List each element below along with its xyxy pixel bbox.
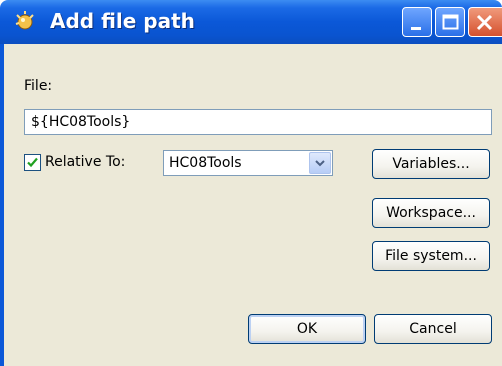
app-icon bbox=[15, 11, 34, 30]
add-file-path-dialog: Add file path File: Relative To: HC08Too… bbox=[0, 0, 502, 366]
title-bar[interactable]: Add file path bbox=[0, 0, 502, 44]
ok-button[interactable]: OK bbox=[248, 314, 366, 344]
dropdown-button[interactable] bbox=[309, 152, 331, 174]
window-title: Add file path bbox=[50, 9, 195, 33]
close-button[interactable] bbox=[468, 7, 502, 37]
minimize-button[interactable] bbox=[402, 7, 432, 37]
workspace-button[interactable]: Workspace... bbox=[372, 198, 490, 228]
variables-button[interactable]: Variables... bbox=[372, 149, 490, 179]
maximize-icon bbox=[442, 14, 459, 30]
check-icon bbox=[27, 157, 38, 168]
relative-to-select[interactable]: HC08Tools bbox=[163, 150, 333, 176]
chevron-down-icon bbox=[315, 160, 325, 167]
maximize-button[interactable] bbox=[435, 7, 465, 37]
relative-to-value: HC08Tools bbox=[169, 155, 242, 171]
file-system-button[interactable]: File system... bbox=[372, 241, 490, 271]
cancel-button[interactable]: Cancel bbox=[374, 314, 492, 344]
minimize-icon bbox=[411, 27, 421, 30]
file-path-input[interactable] bbox=[24, 109, 492, 135]
relative-to-checkbox[interactable] bbox=[24, 154, 41, 171]
close-icon bbox=[476, 14, 493, 31]
file-label: File: bbox=[24, 78, 53, 94]
relative-to-label: Relative To: bbox=[45, 154, 126, 170]
